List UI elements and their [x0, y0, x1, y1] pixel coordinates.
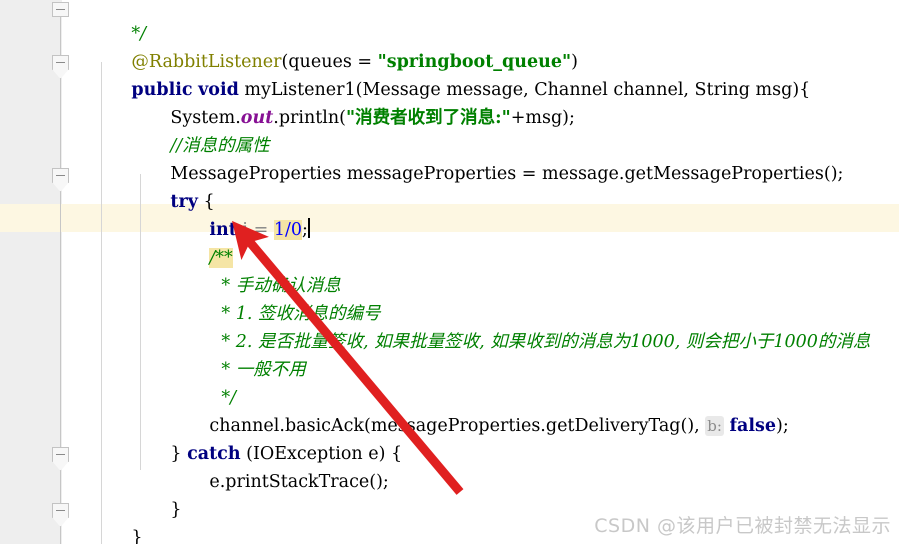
token-println-call: .println(: [273, 108, 347, 128]
code-line[interactable]: } catch (IOException e) {: [137, 412, 402, 464]
text-caret: [307, 218, 310, 238]
token-variable-i: i =: [236, 220, 274, 240]
code-line[interactable]: MessageProperties messageProperties = me…: [137, 132, 843, 184]
fold-rail: [60, 70, 61, 170]
code-line[interactable]: @RabbitListener(queues = "springboot_que…: [98, 20, 578, 72]
code-line[interactable]: }: [98, 496, 142, 544]
token-basic-ack-end: );: [776, 416, 789, 436]
minus-icon: [56, 510, 65, 511]
token-expression-1-div-0: 1/0: [273, 220, 302, 240]
minus-icon: [56, 454, 65, 455]
code-text-area[interactable]: */ @RabbitListener(queues = "springboot_…: [88, 0, 899, 544]
code-line[interactable]: /**: [176, 216, 233, 268]
fold-marker-collapse[interactable]: [52, 447, 69, 471]
code-editor-screenshot: */ @RabbitListener(queues = "springboot_…: [0, 0, 899, 544]
parameter-hint-b: b:: [705, 416, 724, 436]
code-line[interactable]: */: [188, 356, 236, 408]
token-message-properties: MessageProperties messageProperties = me…: [170, 164, 844, 184]
code-line[interactable]: System.out.println("消费者收到了消息:"+msg);: [137, 76, 575, 128]
code-line[interactable]: //消息的属性: [137, 104, 269, 156]
code-line[interactable]: try {: [137, 160, 214, 212]
minus-icon: [56, 175, 65, 176]
token-keyword-false: false: [729, 416, 777, 436]
fold-marker-collapse[interactable]: [52, 503, 69, 527]
fold-marker-collapse[interactable]: [52, 2, 69, 17]
code-line[interactable]: * 手动确认消息: [188, 244, 340, 296]
code-line[interactable]: }: [137, 468, 181, 520]
minus-icon: [56, 62, 65, 63]
code-line[interactable]: e.printStackTrace();: [176, 440, 388, 492]
minus-icon: [56, 9, 65, 10]
indent-guide: [101, 62, 102, 544]
code-line[interactable]: * 一般不用: [188, 328, 305, 380]
editor-gutter[interactable]: [0, 0, 62, 544]
code-line[interactable]: channel.basicAck(messageProperties.getDe…: [176, 384, 789, 436]
watermark-text: CSDN @该用户已被封禁无法显示: [594, 515, 891, 537]
token-javadoc-line: * 2. 是否批量签收, 如果批量签收, 如果收到的消息为1000, 则会把小于…: [221, 332, 871, 352]
fold-rail: [60, 17, 61, 57]
token-close-brace: }: [131, 528, 143, 544]
token-close-brace: }: [170, 500, 182, 520]
code-line[interactable]: * 2. 是否批量签收, 如果批量签收, 如果收到的消息为1000, 则会把小于…: [188, 300, 870, 352]
code-line[interactable]: */: [98, 0, 146, 44]
token-println-suffix: +msg);: [510, 108, 575, 128]
fold-marker-collapse[interactable]: [52, 55, 69, 79]
code-line-current[interactable]: int i = 1/0;: [176, 188, 310, 240]
code-line[interactable]: * 1. 签收消息的编号: [188, 272, 380, 324]
code-line[interactable]: public void myListener1(Message message,…: [98, 48, 810, 100]
fold-marker-collapse[interactable]: [52, 168, 69, 192]
token-print-stack-trace: e.printStackTrace();: [209, 472, 389, 492]
token-string-literal: "消费者收到了消息:": [346, 108, 511, 128]
fold-rail: [60, 185, 61, 449]
